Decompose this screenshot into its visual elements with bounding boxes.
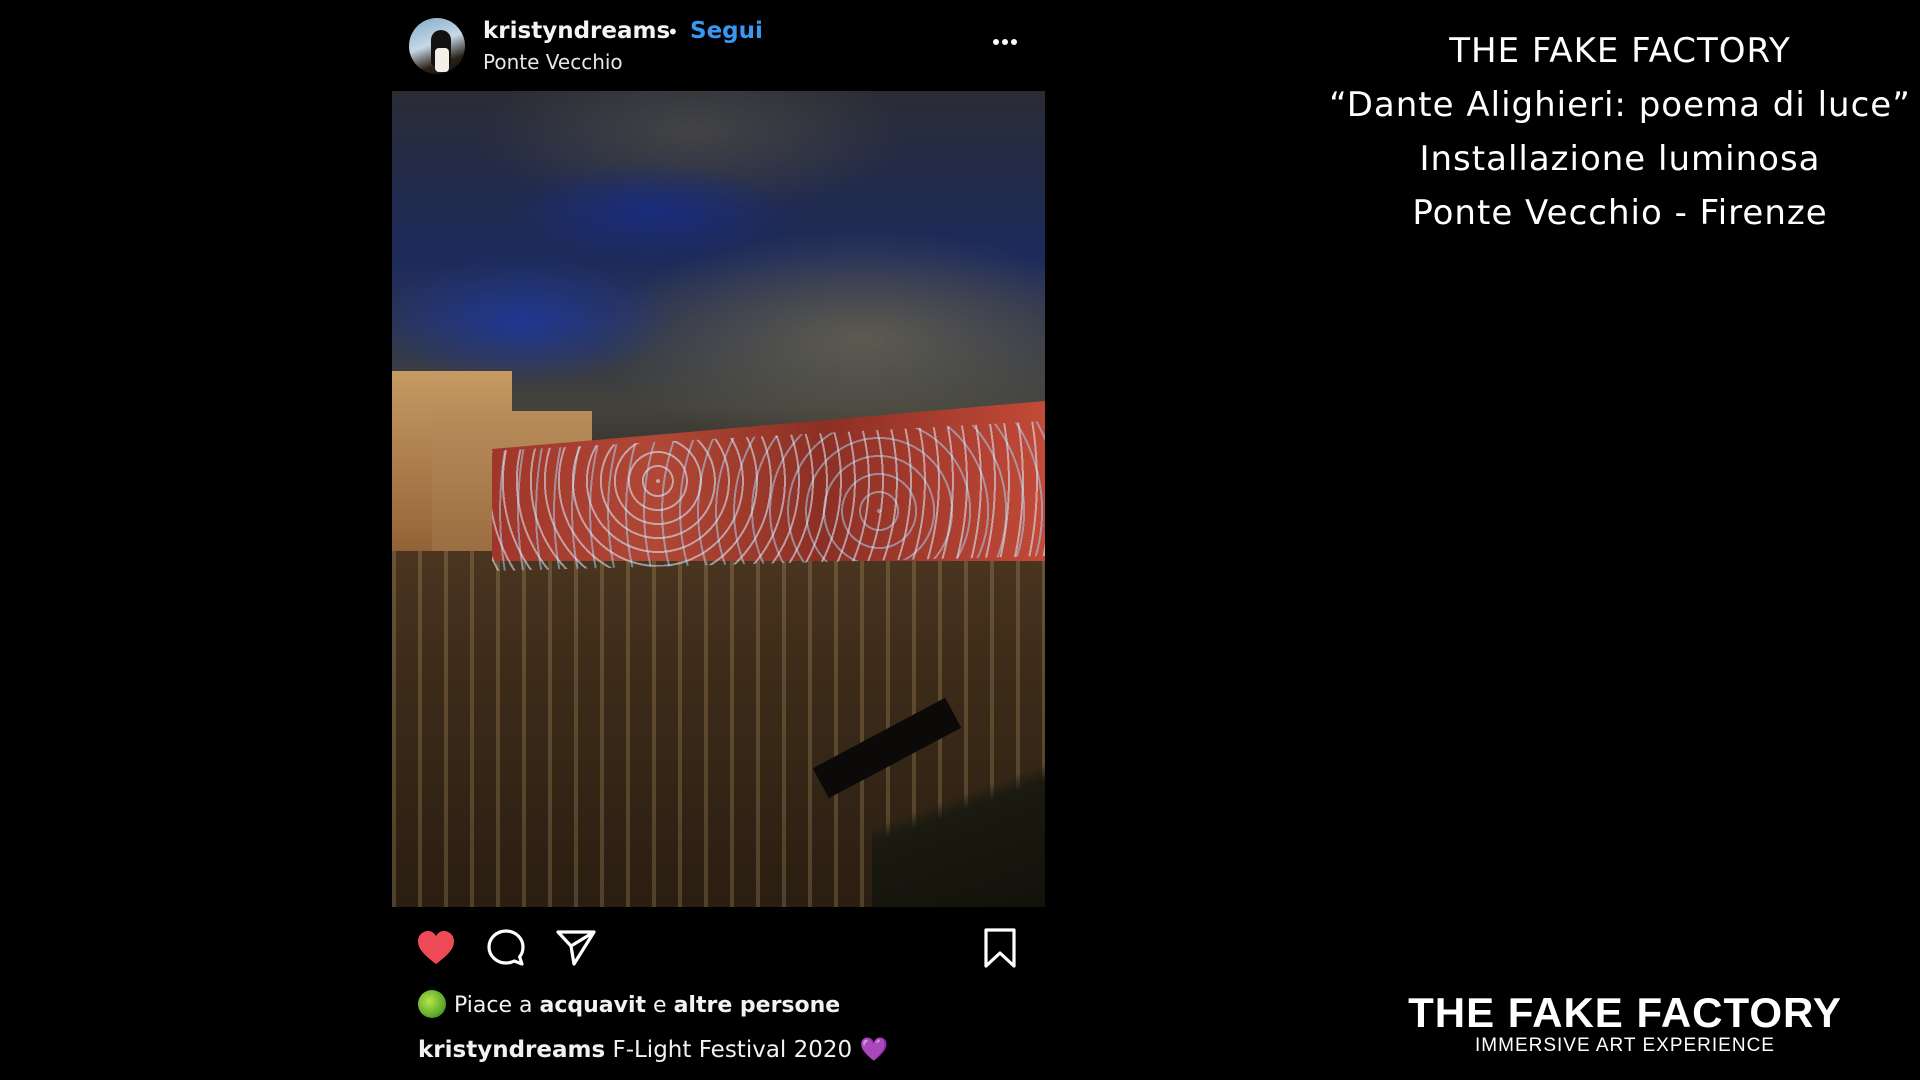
separator-dot: • [667,20,679,44]
installation-info: THE FAKE FACTORY “Dante Alighieri: poema… [1320,24,1920,240]
likes-summary[interactable]: Piace a acquavit e altre persone [418,990,841,1020]
avatar-dress [435,48,449,72]
post-caption: kristyndreams F-Light Festival 2020 💜 [418,1036,888,1063]
bookmark-icon[interactable] [978,926,1022,970]
likes-middle: e [646,993,674,1018]
comment-icon[interactable] [484,926,528,970]
liker-avatar [418,990,446,1018]
post-header: kristyndreams • Segui Ponte Vecchio [392,14,1045,80]
info-line-2: “Dante Alighieri: poema di luce” [1329,85,1911,125]
post-actions [392,926,1045,974]
info-line-4: Ponte Vecchio - Firenze [1412,193,1828,233]
purple-heart-emoji: 💜 [859,1037,889,1063]
info-line-3: Installazione luminosa [1419,139,1821,179]
liker-username[interactable]: acquavit [539,993,646,1018]
caption-username[interactable]: kristyndreams [418,1037,605,1063]
logo-brand: THE FAKE FACTORY [1408,989,1842,1036]
instagram-post: kristyndreams • Segui Ponte Vecchio Piac… [392,0,1045,1080]
ellipsis-icon[interactable] [985,30,1025,54]
logo-tagline: IMMERSIVE ART EXPERIENCE [1475,1035,1775,1056]
send-icon[interactable] [554,926,598,970]
caption-text: F-Light Festival 2020 [605,1037,860,1063]
likes-prefix: Piace a [454,993,540,1018]
follow-button[interactable]: Segui [690,18,763,44]
brand-logo: THE FAKE FACTORY IMMERSIVE ART EXPERIENC… [1390,990,1860,1056]
photo-riverbank [872,691,1045,907]
info-line-1: THE FAKE FACTORY [1449,31,1791,71]
post-photo[interactable] [392,91,1045,907]
likes-others-link[interactable]: altre persone [674,993,841,1018]
post-location[interactable]: Ponte Vecchio [483,50,623,74]
profile-avatar[interactable] [409,18,465,74]
post-username[interactable]: kristyndreams [483,18,670,44]
heart-filled-icon[interactable] [414,926,458,970]
